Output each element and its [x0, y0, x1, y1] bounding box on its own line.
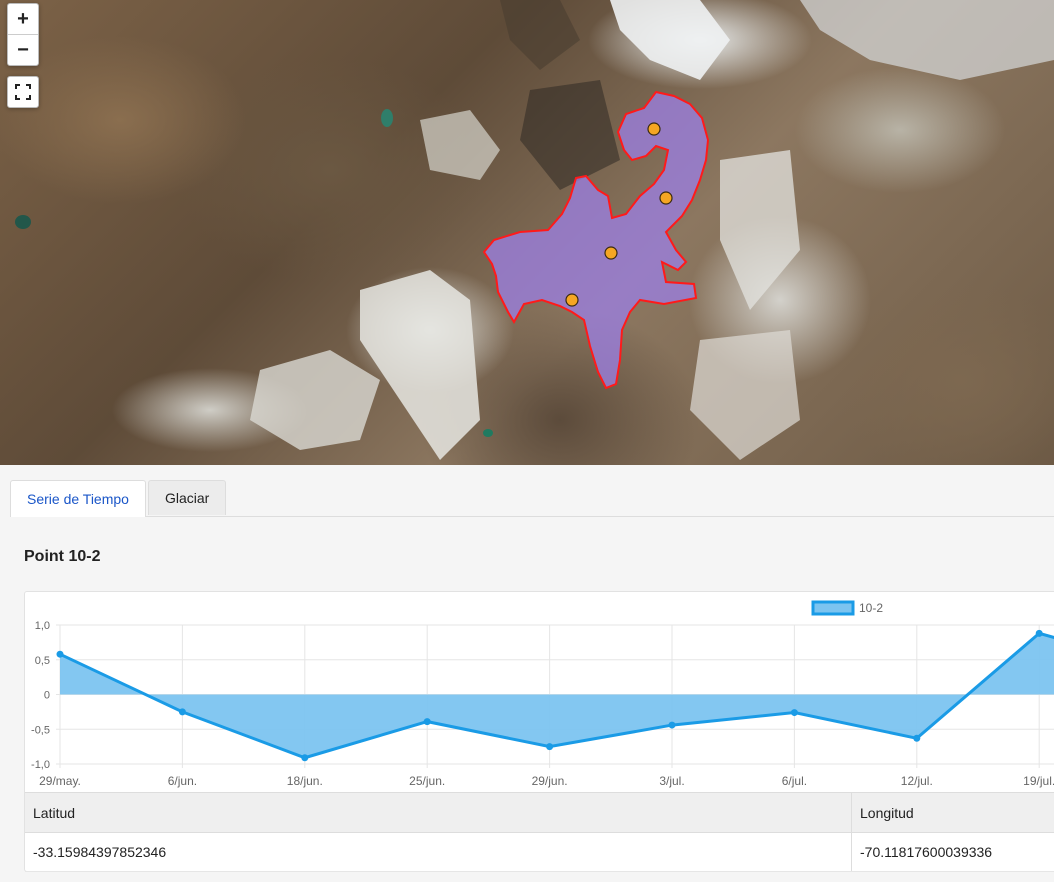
data-point: [56, 650, 64, 658]
snow-field: [800, 0, 1054, 80]
lake: [483, 429, 493, 437]
snow-field: [420, 110, 500, 180]
y-tick-label: 1,0: [35, 620, 50, 632]
snow-field: [250, 350, 380, 450]
lake: [15, 215, 31, 229]
y-tick-label: -1,0: [31, 759, 50, 771]
time-series-chart: 1,0 0,5 0 -0,5 -1,0 29/may. 6/jun. 18/jun. 25/ju…: [31, 600, 1054, 788]
ridge-shadow: [520, 80, 620, 190]
fullscreen-button[interactable]: [7, 76, 39, 108]
y-tick-label: -0,5: [31, 724, 50, 736]
x-tick-label: 19/jul.: [1023, 774, 1054, 788]
snow-field: [690, 330, 800, 460]
data-point: [423, 718, 431, 726]
tab-bar: Serie de Tiempo Glaciar: [10, 480, 1054, 517]
ridge-shadow: [500, 0, 580, 70]
chart-card: 1,0 0,5 0 -0,5 -1,0 29/may. 6/jun. 18/jun. 25/ju…: [24, 591, 1054, 872]
series-area: [60, 633, 1054, 758]
satellite-imagery: [15, 0, 1054, 460]
y-tick-label: 0: [44, 690, 50, 702]
legend-swatch: [811, 600, 855, 616]
tab-glaciar[interactable]: Glaciar: [147, 480, 227, 515]
y-tick-label: 0,5: [35, 655, 50, 667]
lake: [381, 109, 393, 127]
point-marker[interactable]: [647, 122, 661, 136]
map-view[interactable]: + −: [0, 0, 1054, 465]
data-point: [668, 721, 676, 729]
x-tick-label: 29/may.: [39, 774, 81, 788]
fullscreen-icon: [15, 84, 31, 100]
latitud-value: -33.15984397852346: [25, 832, 852, 872]
point-marker[interactable]: [659, 191, 673, 205]
x-tick-label: 3/jul.: [659, 774, 684, 788]
zoom-control: + −: [7, 3, 39, 66]
point-title: Point 10-2: [24, 548, 101, 565]
zoom-in-button[interactable]: +: [8, 4, 38, 34]
point-marker[interactable]: [604, 246, 618, 260]
zoom-out-button[interactable]: −: [8, 34, 38, 65]
data-point: [913, 734, 921, 742]
data-point: [1035, 629, 1043, 637]
x-tick-label: 25/jun.: [409, 774, 445, 788]
x-tick-label: 12/jul.: [901, 774, 933, 788]
data-point: [546, 743, 554, 751]
coordinates-table: Latitud Longitud -33.15984397852346 -70.…: [25, 792, 1054, 872]
x-tick-label: 18/jun.: [287, 774, 323, 788]
point-marker[interactable]: [565, 293, 579, 307]
snow-field: [720, 150, 800, 310]
longitud-value: -70.11817600039336: [851, 832, 1054, 872]
snow-field: [610, 0, 730, 80]
legend-label: 10-2: [859, 601, 883, 615]
data-point: [790, 709, 798, 717]
header-longitud: Longitud: [851, 792, 1054, 833]
table-row: -33.15984397852346 -70.11817600039336: [25, 832, 1054, 872]
header-latitud: Latitud: [25, 792, 852, 833]
x-tick-label: 6/jun.: [168, 774, 197, 788]
data-point: [301, 754, 309, 762]
x-tick-label: 29/jun.: [532, 774, 568, 788]
glacier-tongue: [360, 270, 480, 460]
data-point: [178, 708, 186, 716]
tab-serie-de-tiempo[interactable]: Serie de Tiempo: [10, 480, 146, 517]
x-tick-label: 6/jul.: [782, 774, 807, 788]
